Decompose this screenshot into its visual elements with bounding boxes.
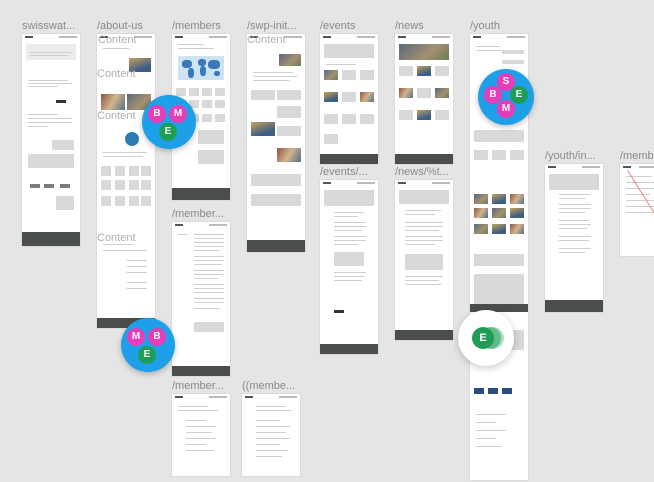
frame-label-membe-template[interactable]: ((membe... bbox=[242, 380, 295, 392]
frame-swp-init[interactable] bbox=[247, 34, 305, 252]
content-overlay-label: Content bbox=[97, 232, 136, 244]
collaborator-avatar[interactable]: B bbox=[148, 105, 166, 123]
frame-label-home[interactable]: swisswat... bbox=[22, 20, 75, 32]
collaborator-avatar[interactable]: E bbox=[159, 123, 177, 141]
frame-events[interactable] bbox=[320, 34, 378, 164]
world-map-image bbox=[178, 56, 224, 80]
frame-label-swp-init[interactable]: /swp-init... bbox=[247, 20, 297, 32]
frame-label-member-form[interactable]: /member... bbox=[172, 380, 224, 392]
content-overlay-label: Content bbox=[97, 110, 136, 122]
content-overlay-label: Content bbox=[97, 68, 136, 80]
content-overlay-label: Content bbox=[247, 34, 286, 46]
frame-events-detail[interactable] bbox=[320, 180, 378, 354]
collaborator-avatar[interactable]: M bbox=[127, 328, 145, 346]
collaborator-avatar[interactable]: B bbox=[148, 328, 166, 346]
collaborator-avatar[interactable]: M bbox=[497, 100, 515, 118]
frame-label-members[interactable]: /members bbox=[172, 20, 221, 32]
collaborator-single[interactable]: E bbox=[458, 310, 514, 366]
collaborator-cluster[interactable]: S B E M bbox=[478, 69, 534, 125]
frame-label-youth[interactable]: /youth bbox=[470, 20, 500, 32]
frame-label-events-detail[interactable]: /events/... bbox=[320, 166, 368, 178]
frame-member-form[interactable] bbox=[172, 394, 230, 476]
content-overlay-label: Content bbox=[98, 34, 137, 46]
collaborator-cluster[interactable]: M B E bbox=[121, 318, 175, 372]
frame-member-detail[interactable] bbox=[172, 222, 230, 376]
frame-label-member-detail[interactable]: /member... bbox=[172, 208, 224, 220]
collaborator-cluster[interactable]: B M E bbox=[142, 95, 196, 149]
annotation-line bbox=[627, 170, 654, 239]
frame-youth-detail[interactable] bbox=[545, 164, 603, 312]
frame-news[interactable] bbox=[395, 34, 453, 164]
design-canvas[interactable]: swisswat... /about-us /members /swp-init… bbox=[0, 0, 654, 482]
frame-label-events[interactable]: /events bbox=[320, 20, 355, 32]
frame-home[interactable] bbox=[22, 34, 80, 246]
collaborator-avatar[interactable]: E bbox=[138, 346, 156, 364]
frame-label-memb[interactable]: /memb bbox=[620, 150, 654, 162]
frame-news-detail[interactable] bbox=[395, 180, 453, 340]
collaborator-avatar[interactable]: E bbox=[472, 327, 494, 349]
collaborator-avatar[interactable]: E bbox=[510, 86, 528, 104]
frame-label-about-us[interactable]: /about-us bbox=[97, 20, 143, 32]
frame-label-news-detail[interactable]: /news/%t... bbox=[395, 166, 449, 178]
frame-label-youth-detail[interactable]: /youth/in... bbox=[545, 150, 596, 162]
frame-membe-template[interactable] bbox=[242, 394, 300, 476]
frame-memb[interactable] bbox=[620, 164, 654, 256]
collaborator-avatar[interactable]: M bbox=[169, 105, 187, 123]
frame-label-news[interactable]: /news bbox=[395, 20, 424, 32]
